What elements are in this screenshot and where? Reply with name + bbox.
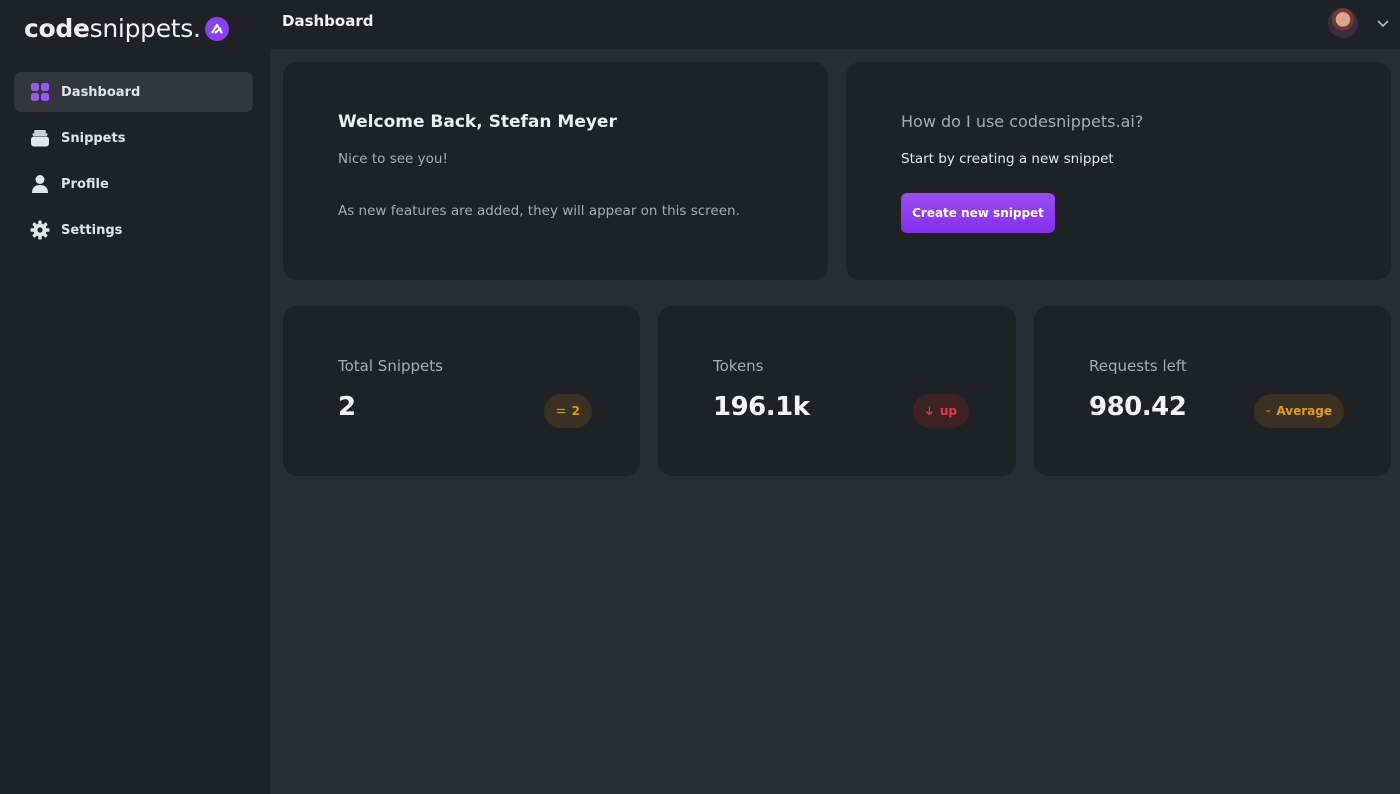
stat-label: Total Snippets xyxy=(338,357,443,375)
stack-icon xyxy=(30,128,50,148)
sidebar-nav: Dashboard Snippets Profile Settings xyxy=(14,72,253,256)
sidebar: code snippets. Dashboard Snippets Profil… xyxy=(0,0,270,794)
stat-label: Tokens xyxy=(713,357,764,375)
stat-value: 2 xyxy=(338,392,356,422)
stat-label: Requests left xyxy=(1089,357,1187,375)
sidebar-item-label: Settings xyxy=(61,222,123,238)
welcome-note: As new features are added, they will app… xyxy=(338,203,740,219)
sidebar-item-label: Snippets xyxy=(61,130,126,146)
stat-value: 980.42 xyxy=(1089,392,1187,422)
equals-icon xyxy=(556,408,565,414)
grid-icon xyxy=(30,82,50,102)
badge-text: Average xyxy=(1276,404,1332,418)
badge-text: up xyxy=(939,404,957,418)
chevron-down-icon[interactable] xyxy=(1376,16,1390,30)
stat-value: 196.1k xyxy=(713,392,810,422)
sidebar-item-snippets[interactable]: Snippets xyxy=(14,118,253,158)
page-title: Dashboard xyxy=(282,12,374,30)
sidebar-item-settings[interactable]: Settings xyxy=(14,210,253,250)
sidebar-item-profile[interactable]: Profile xyxy=(14,164,253,204)
stat-card-requests-left: Requests left 980.42 Average xyxy=(1034,306,1391,476)
sidebar-item-dashboard[interactable]: Dashboard xyxy=(14,72,253,112)
app-logo[interactable]: code snippets. xyxy=(24,12,229,44)
welcome-card: Welcome Back, Stefan Meyer Nice to see y… xyxy=(283,62,828,280)
sidebar-item-label: Dashboard xyxy=(61,84,141,100)
welcome-subtitle: Nice to see you! xyxy=(338,151,448,167)
arrow-down-icon xyxy=(925,406,933,416)
equals-icon xyxy=(1266,410,1271,412)
top-bar: Dashboard xyxy=(270,0,1400,49)
user-icon xyxy=(30,174,50,194)
gear-icon xyxy=(30,220,50,240)
status-badge: Average xyxy=(1254,394,1344,428)
howto-title: How do I use codesnippets.ai? xyxy=(901,112,1144,131)
logo-text-bold: code xyxy=(24,13,90,43)
howto-card: How do I use codesnippets.ai? Start by c… xyxy=(846,62,1391,280)
badge-text: 2 xyxy=(571,404,580,418)
stat-card-tokens: Tokens 196.1k up xyxy=(658,306,1016,476)
howto-text: Start by creating a new snippet xyxy=(901,151,1114,167)
status-badge: 2 xyxy=(544,394,592,428)
logo-text-light: snippets. xyxy=(89,13,201,43)
stat-card-total-snippets: Total Snippets 2 2 xyxy=(283,306,640,476)
logo-mark-icon xyxy=(204,17,229,41)
create-snippet-button[interactable]: Create new snippet xyxy=(901,193,1055,233)
welcome-title: Welcome Back, Stefan Meyer xyxy=(338,112,617,132)
status-badge: up xyxy=(913,394,969,428)
avatar[interactable] xyxy=(1328,8,1358,38)
sidebar-item-label: Profile xyxy=(61,176,109,192)
